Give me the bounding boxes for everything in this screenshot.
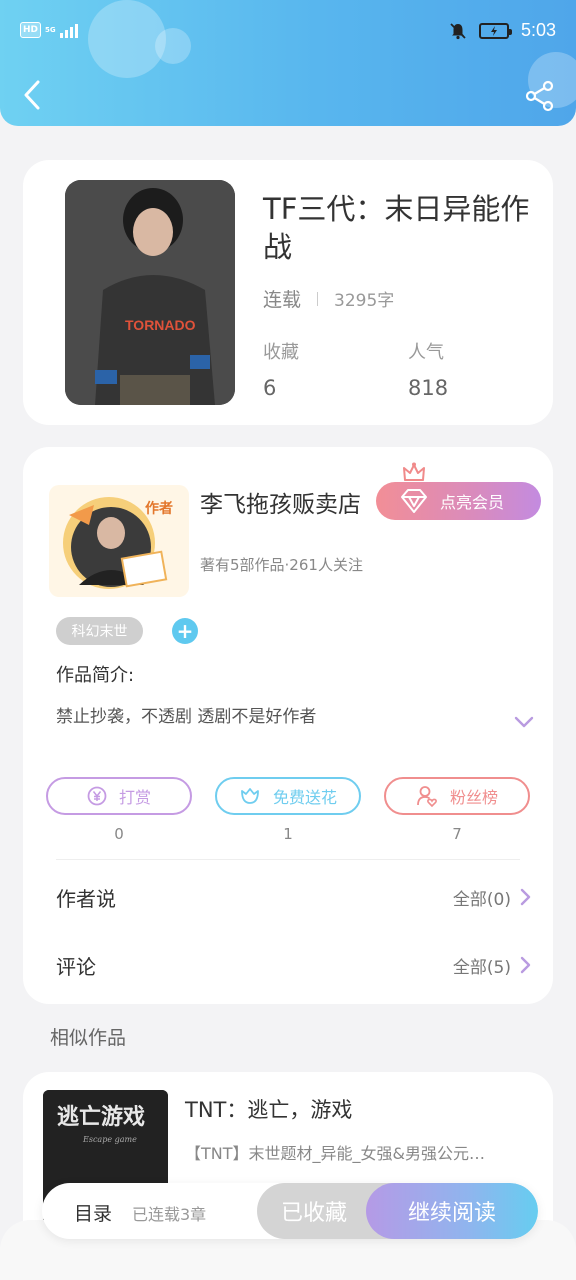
fan-count: 7: [452, 825, 462, 843]
status-divider: [317, 291, 319, 306]
diamond-icon: [401, 489, 427, 513]
toc-button[interactable]: 目录: [74, 1199, 112, 1226]
bell-muted-icon: [450, 22, 466, 39]
section-divider: [56, 859, 520, 860]
similar-book-title[interactable]: TNT：逃亡，游戏: [185, 1094, 352, 1124]
svg-text:Escape game: Escape game: [82, 1135, 137, 1144]
book-title: TF三代：末日异能作战: [263, 192, 530, 264]
status-left: HD 5G: [20, 22, 78, 38]
intro-text: 禁止抄袭，不透剧 透剧不是好作者: [56, 707, 317, 727]
popularity-value: 818: [408, 376, 449, 400]
comments-count: 全部(5): [452, 957, 511, 978]
flower-icon: [241, 788, 259, 804]
favorites-stat: 收藏 6: [263, 338, 299, 400]
back-arrow-icon[interactable]: [18, 78, 48, 112]
similar-section-title: 相似作品: [50, 1027, 127, 1049]
fan-ranking-label: 粉丝榜: [449, 788, 498, 807]
fan-ranking-button[interactable]: 粉丝榜: [384, 777, 530, 815]
chapter-progress: 已连载3章: [132, 1205, 207, 1224]
hd-badge: HD: [20, 22, 42, 38]
author-says-row[interactable]: 作者说 全部(0): [56, 877, 531, 917]
intro-label: 作品简介:: [56, 665, 135, 686]
tip-count: 0: [114, 825, 124, 843]
add-tag-button[interactable]: +: [172, 618, 198, 644]
chevron-down-icon[interactable]: [513, 715, 535, 729]
status-right: 5:03: [449, 20, 556, 41]
favorites-value: 6: [263, 376, 277, 400]
word-count: 3295字: [334, 291, 395, 311]
tip-button[interactable]: 打赏: [46, 777, 192, 815]
user-heart-icon: [417, 786, 437, 807]
send-flower-label: 免费送花: [272, 788, 337, 807]
tip-label: 打赏: [118, 788, 151, 807]
popularity-label: 人气: [408, 342, 444, 363]
vip-button-label: 点亮会员: [440, 493, 505, 512]
share-icon[interactable]: [524, 80, 556, 112]
author-says-more[interactable]: 全部(0): [453, 885, 531, 910]
yen-coin-icon: [87, 786, 107, 806]
comments-row[interactable]: 评论 全部(5): [56, 945, 531, 985]
battery-icon: [478, 22, 512, 39]
svg-text:TORNADO: TORNADO: [125, 317, 196, 333]
continue-reading-label: 继续阅读: [407, 1201, 496, 1226]
similar-book-desc: 【TNT】末世题材_异能_女强&男强公元…: [185, 1144, 485, 1163]
author-card: 作者 李飞拖孩贩卖店 著有5部作品·261人关注 点亮会员 科幻末世 + 作品简…: [23, 447, 553, 1004]
flower-count: 1: [283, 825, 293, 843]
status-bar: HD 5G 5:03: [0, 0, 576, 64]
book-status: 连载: [263, 289, 302, 311]
author-meta: 著有5部作品·261人关注: [200, 556, 363, 574]
svg-text:作者: 作者: [145, 500, 173, 517]
genre-tag[interactable]: 科幻末世: [56, 617, 143, 645]
chevron-right-icon: [520, 956, 531, 974]
popularity-stat: 人气 818: [408, 338, 448, 400]
book-info-card: TORNADO TF三代：末日异能作战 连载 3295字 收藏 6 人气 818: [23, 160, 553, 425]
favorited-label: 已收藏: [280, 1201, 347, 1226]
network-type: 5G: [45, 26, 56, 34]
favorites-label: 收藏: [263, 342, 299, 363]
signal-icon: [59, 22, 78, 38]
author-says-label: 作者说: [56, 886, 116, 911]
comments-label: 评论: [56, 954, 96, 979]
crown-icon: [403, 462, 425, 481]
svg-text:逃亡游戏: 逃亡游戏: [57, 1104, 145, 1130]
author-name[interactable]: 李飞拖孩贩卖店: [200, 485, 361, 519]
book-status-line: 连载 3295字: [263, 285, 394, 312]
chevron-right-icon: [520, 888, 531, 906]
send-flower-button[interactable]: 免费送花: [215, 777, 361, 815]
author-avatar[interactable]: 作者: [49, 485, 189, 597]
top-header: HD 5G 5:03: [0, 0, 576, 126]
continue-reading-button[interactable]: 继续阅读: [366, 1183, 538, 1239]
book-cover-image[interactable]: TORNADO: [65, 180, 235, 405]
author-says-count: 全部(0): [452, 889, 511, 910]
bottom-action-bar: 目录 已连载3章 已收藏 继续阅读: [42, 1183, 538, 1239]
comments-more[interactable]: 全部(5): [453, 953, 531, 978]
status-time: 5:03: [520, 20, 556, 40]
vip-button[interactable]: 点亮会员: [376, 462, 541, 520]
